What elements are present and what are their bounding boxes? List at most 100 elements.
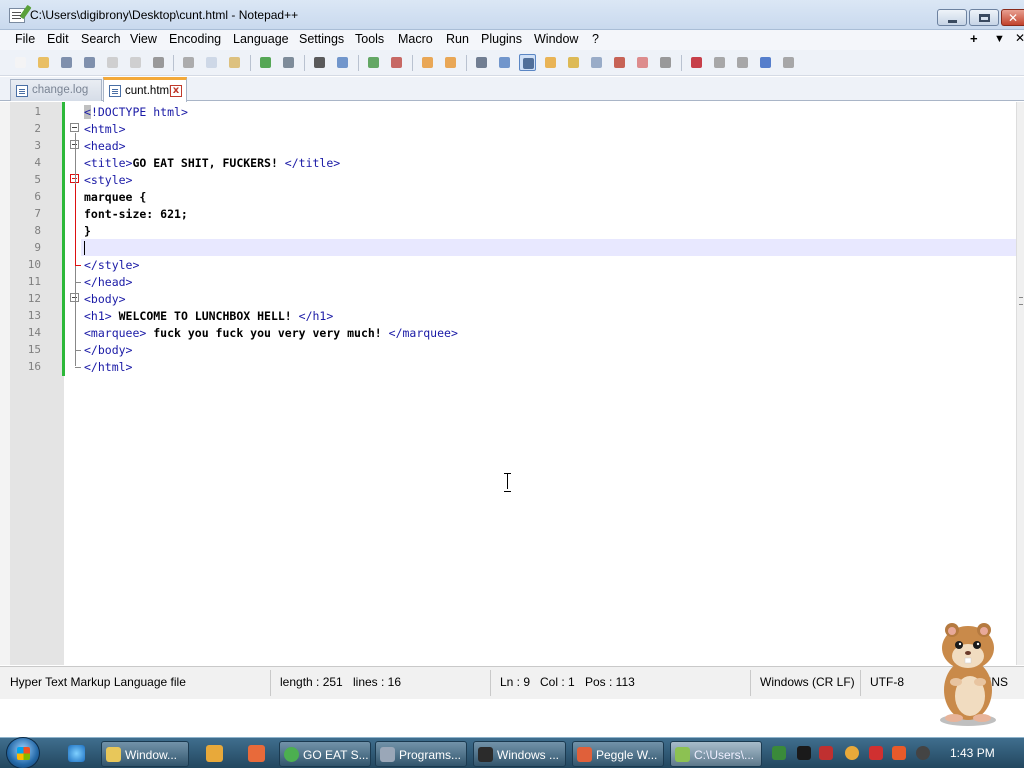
line-number: 7 [34,207,41,220]
tray-terminal-icon[interactable] [797,746,811,760]
line-number: 1 [34,105,41,118]
peggle-icon [577,747,592,762]
minimize-button[interactable] [937,9,967,26]
mouse-ibeam-cursor-icon [503,473,512,492]
undo-icon[interactable] [257,54,274,71]
menu-language[interactable]: Language [233,32,289,46]
menu-file[interactable]: File [15,32,35,46]
tray-app-icon[interactable] [772,746,786,760]
print-icon[interactable] [150,54,167,71]
hamster-desktop-pet[interactable] [930,620,1004,728]
taskbar-item-chrome[interactable]: GO EAT S... [279,741,371,767]
find-icon[interactable] [311,54,328,71]
taskbar-item-programs[interactable]: Programs... [375,741,467,767]
open-file-icon[interactable] [35,54,52,71]
taskbar-item-peggle[interactable]: Peggle W... [572,741,664,767]
menu-run[interactable]: Run [446,32,469,46]
new-document-tab-button[interactable]: + [970,31,978,46]
document-icon [16,85,28,97]
macro-play-icon[interactable] [734,54,751,71]
eye-icon[interactable] [657,54,674,71]
menu-encoding[interactable]: Encoding [169,32,221,46]
status-divider [490,670,491,696]
document-tab-bar: change.log cunt.html x [0,77,1024,102]
status-eol[interactable]: Windows (CR LF) [760,675,855,689]
taskbar-item-label: Window... [125,748,178,762]
zoom-in-icon[interactable] [365,54,382,71]
code-text: </html> [84,360,133,374]
line-number: 15 [27,343,41,356]
tab-cunt-html[interactable]: cunt.html x [103,77,187,102]
taskbar-item-explorer[interactable]: Window... [101,741,189,767]
taskbar-clock[interactable]: 1:43 PM [950,746,995,760]
tab-change-log[interactable]: change.log [10,79,102,101]
tray-network-icon[interactable] [892,746,906,760]
toolbar-separator [681,55,682,71]
code-line: 4 <title>GO EAT SHIT, FUCKERS! </title> [0,154,1010,171]
tray-tool-icon[interactable] [819,746,833,760]
status-length: length : 251 [280,675,343,689]
sync-vertical-icon[interactable] [419,54,436,71]
macro-stop-icon[interactable] [711,54,728,71]
title-bar[interactable]: C:\Users\digibrony\Desktop\cunt.html - N… [0,0,1024,30]
code-line-current: 9 [0,239,1010,256]
programs-icon [380,747,395,762]
save-icon[interactable] [58,54,75,71]
redo-icon[interactable] [280,54,297,71]
macro-save-icon[interactable] [780,54,797,71]
paint-icon[interactable] [248,745,265,762]
menu-view[interactable]: View [130,32,157,46]
media-player-icon[interactable] [206,745,223,762]
menu-plugins[interactable]: Plugins [481,32,522,46]
menu-tools[interactable]: Tools [355,32,384,46]
taskbar-item-notepadpp[interactable]: C:\Users\... [670,741,762,767]
word-wrap-icon[interactable] [473,54,490,71]
paste-icon[interactable] [226,54,243,71]
copy-icon[interactable] [203,54,220,71]
menu-settings[interactable]: Settings [299,32,344,46]
macro-run-multiple-icon[interactable] [757,54,774,71]
sync-horizontal-icon[interactable] [442,54,459,71]
cut-icon[interactable] [180,54,197,71]
menu-edit[interactable]: Edit [47,32,69,46]
tray-search-icon[interactable] [845,746,859,760]
indent-guide-icon[interactable] [519,54,536,71]
monitoring-icon[interactable] [634,54,651,71]
start-button[interactable] [6,737,40,768]
new-file-icon[interactable] [12,54,29,71]
show-all-chars-icon[interactable] [496,54,513,71]
user-language-icon[interactable] [542,54,559,71]
notepadpp-icon [675,747,690,762]
internet-explorer-icon[interactable] [68,745,85,762]
close-window-button[interactable]: ✕ [1001,9,1024,26]
notepadpp-app-icon[interactable] [9,4,32,23]
save-all-icon[interactable] [81,54,98,71]
taskbar-item-command-prompt[interactable]: Windows ... [473,741,566,767]
tab-close-icon[interactable]: x [170,85,182,97]
code-editor[interactable]: 1 <!DOCTYPE html> 2 <html> 3 <head> 4 <title… [0,102,1024,665]
toolbar-separator [358,55,359,71]
folder-workspace-icon[interactable] [611,54,628,71]
toolbar-separator [412,55,413,71]
replace-icon[interactable] [334,54,351,71]
tray-volume-icon[interactable] [916,746,930,760]
function-list-icon[interactable] [588,54,605,71]
close-all-icon[interactable] [127,54,144,71]
tab-list-dropdown-button[interactable]: ▼ [994,33,1005,45]
menu-window[interactable]: Window [534,32,578,46]
close-document-button[interactable]: ✕ [1015,31,1024,45]
taskbar-item-label: C:\Users\... [694,748,755,762]
maximize-button[interactable] [969,9,999,26]
zoom-out-icon[interactable] [388,54,405,71]
document-map-icon[interactable] [565,54,582,71]
tray-flag-icon[interactable] [869,746,883,760]
menu-macro[interactable]: Macro [398,32,433,46]
close-file-icon[interactable] [104,54,121,71]
menu-search[interactable]: Search [81,32,121,46]
status-encoding[interactable]: UTF-8 [870,675,904,689]
macro-record-icon[interactable] [688,54,705,71]
line-number: 2 [34,122,41,135]
vertical-scrollbar[interactable] [1016,102,1024,665]
menu-help[interactable]: ? [592,32,599,46]
line-number: 10 [27,258,41,271]
